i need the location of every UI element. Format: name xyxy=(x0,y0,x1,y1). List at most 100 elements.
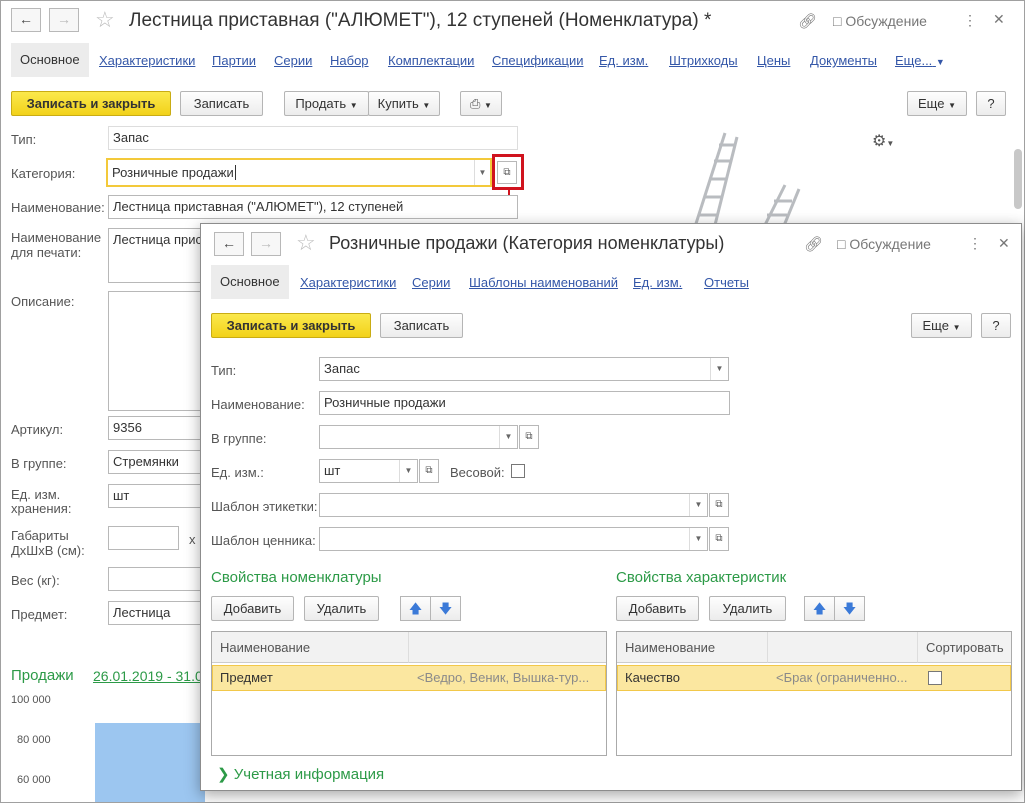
favorite-star-icon[interactable]: ☆ xyxy=(95,9,115,31)
group-field[interactable]: Стремянки xyxy=(108,450,208,474)
dropdown-arrow-icon[interactable]: ▼ xyxy=(689,528,707,550)
dropdown-arrow-icon[interactable]: ▼ xyxy=(710,358,728,380)
close-icon[interactable]: ✕ xyxy=(993,11,1005,28)
print-name-field[interactable]: Лестница прист xyxy=(108,228,208,283)
tab-more[interactable]: Еще... ▼ xyxy=(895,53,945,68)
unit-value: шт xyxy=(324,463,341,478)
table-row[interactable]: Качество <Брак (ограниченно... xyxy=(617,665,1011,691)
save-and-close-button[interactable]: Записать и закрыть xyxy=(11,91,171,116)
scrollbar-thumb[interactable] xyxy=(1014,149,1022,209)
tab-set[interactable]: Набор xyxy=(330,53,369,68)
description-field[interactable] xyxy=(108,291,208,411)
nomenclature-properties-table[interactable]: Наименование Предмет <Ведро, Веник, Вышк… xyxy=(211,631,607,756)
more-vertical-icon[interactable]: ⋮ xyxy=(963,12,977,29)
tab-main[interactable]: Основное xyxy=(211,265,289,299)
tab-documents[interactable]: Документы xyxy=(810,53,877,68)
add-nomenclature-property-button[interactable]: Добавить xyxy=(211,596,294,621)
dropdown-arrow-icon[interactable]: ▼ xyxy=(499,426,517,448)
add-characteristic-property-button[interactable]: Добавить xyxy=(616,596,699,621)
back-arrow-icon[interactable]: ← xyxy=(11,8,41,32)
category-field[interactable]: Розничные продажи​ xyxy=(106,158,492,187)
discussion-button[interactable]: □ Обсуждение xyxy=(833,13,927,29)
tab-name-templates[interactable]: Шаблоны наименований xyxy=(469,275,618,290)
storage-unit-field[interactable]: шт xyxy=(108,484,208,508)
unit-field[interactable]: шт ▼ xyxy=(319,459,418,483)
favorite-star-icon[interactable]: ☆ xyxy=(296,232,316,254)
length-field[interactable] xyxy=(108,526,179,550)
dropdown-arrow-icon: ▼ xyxy=(349,101,358,110)
sort-checkbox[interactable] xyxy=(928,671,942,685)
article-field[interactable]: 9356 xyxy=(108,416,208,440)
link-icon[interactable]: 🔗︎ xyxy=(798,12,817,30)
column-header-name[interactable]: Наименование xyxy=(212,632,409,663)
type-field[interactable]: Запас xyxy=(108,126,518,150)
dropdown-arrow-icon[interactable]: ▼ xyxy=(474,160,490,185)
help-button[interactable]: ? xyxy=(976,91,1006,116)
open-label-template-button[interactable]: ⧉ xyxy=(709,493,729,517)
subject-field[interactable]: Лестница xyxy=(108,601,208,625)
sell-button[interactable]: Продать ▼ xyxy=(284,91,369,116)
tab-characteristics[interactable]: Характеристики xyxy=(99,53,195,68)
open-price-tag-template-button[interactable]: ⧉ xyxy=(709,527,729,551)
more-button[interactable]: Еще ▼ xyxy=(911,313,972,338)
help-button[interactable]: ? xyxy=(981,313,1011,338)
name-field[interactable]: Розничные продажи xyxy=(319,391,730,415)
label-template-field[interactable]: ▼ xyxy=(319,493,708,517)
tab-characteristics[interactable]: Характеристики xyxy=(300,275,396,290)
back-arrow-icon[interactable]: ← xyxy=(214,232,244,256)
forward-arrow-icon[interactable]: → xyxy=(251,232,281,256)
discussion-button[interactable]: □ Обсуждение xyxy=(837,236,931,252)
gear-icon[interactable]: ⚙︎▼ xyxy=(872,131,894,151)
more-button[interactable]: Еще ▼ xyxy=(907,91,967,116)
weighted-checkbox[interactable] xyxy=(511,464,525,478)
move-down-icon[interactable]: 🡇︎ xyxy=(430,596,461,621)
tab-batches[interactable]: Партии xyxy=(212,53,256,68)
column-header-name[interactable]: Наименование xyxy=(617,632,768,663)
tab-specifications[interactable]: Спецификации xyxy=(492,53,584,68)
tab-units[interactable]: Ед. изм. xyxy=(599,53,648,68)
column-header-values[interactable] xyxy=(768,632,918,663)
buy-button[interactable]: Купить ▼ xyxy=(368,91,440,116)
group-field[interactable]: ▼ xyxy=(319,425,518,449)
name-field[interactable]: Лестница приставная ("АЛЮМЕТ"), 12 ступе… xyxy=(108,195,518,219)
tab-barcodes[interactable]: Штрихкоды xyxy=(669,53,738,68)
price-tag-template-field[interactable]: ▼ xyxy=(319,527,708,551)
column-header-values[interactable] xyxy=(409,632,606,663)
characteristic-properties-table[interactable]: Наименование Сортировать Качество <Брак … xyxy=(616,631,1012,756)
more-vertical-icon[interactable]: ⋮ xyxy=(968,235,982,252)
weight-field[interactable] xyxy=(108,567,208,591)
dropdown-arrow-icon[interactable]: ▼ xyxy=(689,494,707,516)
tab-main[interactable]: Основное xyxy=(11,43,89,77)
move-up-icon[interactable]: 🡅︎ xyxy=(400,596,431,621)
tab-reports[interactable]: Отчеты xyxy=(704,275,749,290)
open-unit-button[interactable]: ⧉ xyxy=(419,459,439,483)
account-info-section[interactable]: ❯ Учетная информация xyxy=(217,765,384,783)
open-group-button[interactable]: ⧉ xyxy=(519,425,539,449)
sales-period-link[interactable]: 26.01.2019 - 31.0 xyxy=(93,668,203,684)
delete-nomenclature-property-button[interactable]: Удалить xyxy=(304,596,379,621)
move-up-icon[interactable]: 🡅︎ xyxy=(804,596,835,621)
tab-prices[interactable]: Цены xyxy=(757,53,790,68)
save-button[interactable]: Записать xyxy=(380,313,463,338)
table-row[interactable]: Предмет <Ведро, Веник, Вышка-тур... xyxy=(212,665,606,691)
save-button[interactable]: Записать xyxy=(180,91,263,116)
dropdown-arrow-icon[interactable]: ▼ xyxy=(399,460,417,482)
column-header-sort[interactable]: Сортировать xyxy=(918,632,1011,663)
type-field[interactable]: Запас ▼ xyxy=(319,357,729,381)
discussion-label: Обсуждение xyxy=(849,236,931,252)
delete-characteristic-property-button[interactable]: Удалить xyxy=(709,596,786,621)
close-icon[interactable]: ✕ xyxy=(998,235,1010,252)
tab-units[interactable]: Ед. изм. xyxy=(633,275,682,290)
forward-arrow-icon[interactable]: → xyxy=(49,8,79,32)
sales-bar xyxy=(95,723,205,802)
buy-label: Купить xyxy=(377,96,419,111)
move-down-icon[interactable]: 🡇︎ xyxy=(834,596,865,621)
save-and-close-button[interactable]: Записать и закрыть xyxy=(211,313,371,338)
tab-kits[interactable]: Комплектации xyxy=(388,53,474,68)
subject-label: Предмет: xyxy=(11,607,68,622)
open-window-icon: ⧉ xyxy=(525,431,533,442)
link-icon[interactable]: 🔗︎ xyxy=(804,235,823,253)
print-button[interactable]: ⎙ ▼ xyxy=(460,91,502,116)
tab-series[interactable]: Серии xyxy=(274,53,312,68)
tab-series[interactable]: Серии xyxy=(412,275,450,290)
